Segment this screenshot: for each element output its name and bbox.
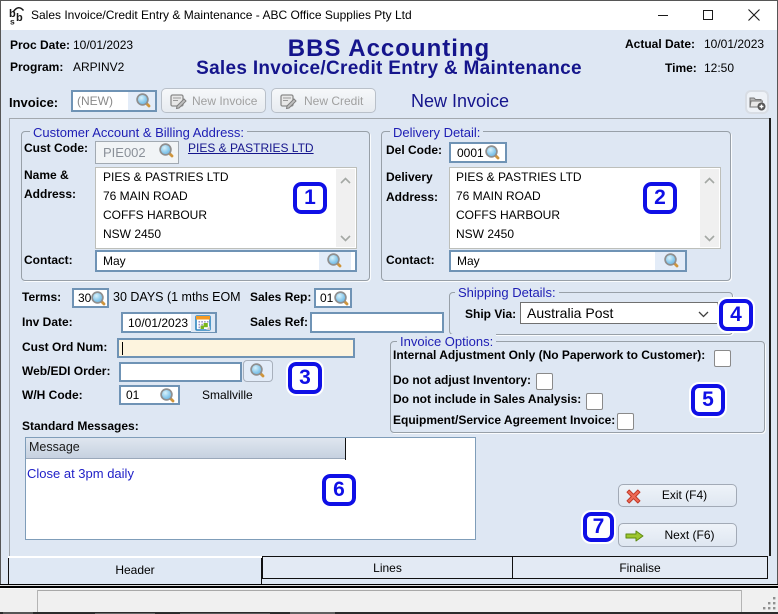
svg-text:b: b xyxy=(16,12,23,24)
svg-text:s: s xyxy=(10,17,15,26)
